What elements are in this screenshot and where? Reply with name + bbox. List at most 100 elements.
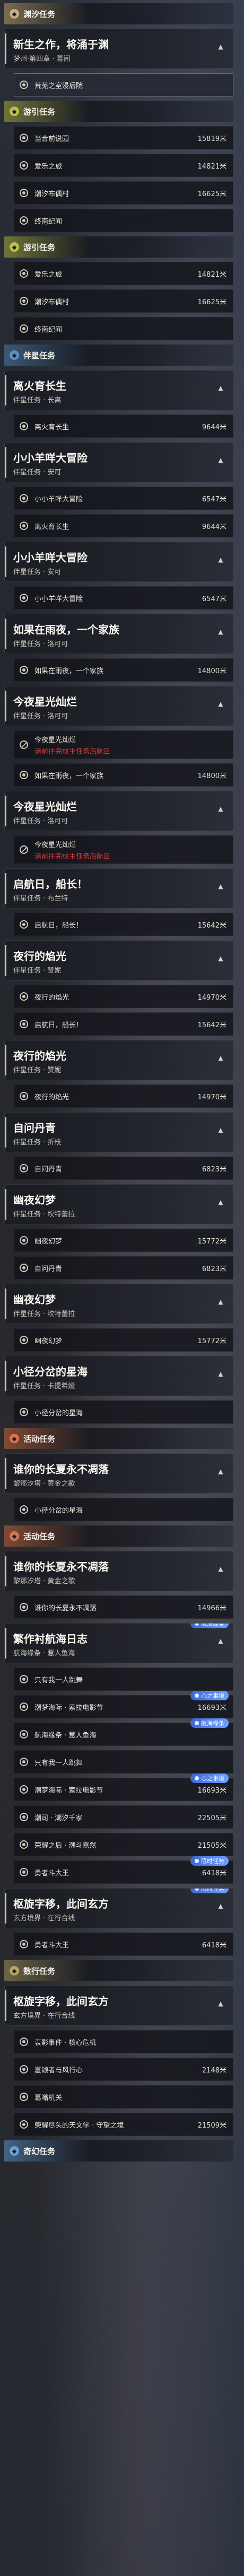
- quest-step[interactable]: 小径分岔的星海: [14, 1498, 233, 1521]
- compass-icon: ◆: [10, 107, 19, 116]
- quest-title: 小小羊咩大冒险: [13, 551, 88, 564]
- chevron-up-icon[interactable]: ▲: [217, 1198, 224, 1206]
- quest-step[interactable]: 小小羊咩大冒险 6547米: [14, 586, 233, 610]
- quest-step[interactable]: 离火育长生 9644米: [14, 414, 233, 438]
- quest-step[interactable]: 只有我一人跳舞: [14, 1750, 233, 1774]
- quest-step[interactable]: 小径分岔的星海: [14, 1400, 233, 1424]
- blocked-step[interactable]: 今夜星光灿烂 请前往完成主任务后航日: [14, 730, 233, 759]
- quest-step[interactable]: 谁你的长夏永不凋落 14966米: [14, 1595, 233, 1619]
- chevron-up-icon[interactable]: ▲: [217, 384, 224, 392]
- quest-card[interactable]: 幽夜幻梦 伴星任务 · 坎特蕾拉 ▲: [4, 1284, 233, 1324]
- quest-card[interactable]: 自问丹青 伴星任务 · 折枝 ▲: [4, 1112, 233, 1152]
- section-title: 游引任务: [23, 242, 56, 252]
- chevron-up-icon[interactable]: ▲: [217, 1902, 224, 1910]
- quest-step[interactable]: 航海缘条 · 惹人鱼海 航海缘条: [14, 1718, 233, 1746]
- chevron-up-icon[interactable]: ▲: [217, 628, 224, 636]
- quest-card[interactable]: 小小羊咩大冒险 伴星任务 · 安可 ▲: [4, 542, 233, 582]
- quest-step[interactable]: 衷影事件 · 核心危机: [14, 2030, 233, 2053]
- quest-card[interactable]: 枢旋字移，此间玄方 玄方境界 · 在行合线 ▲: [4, 1986, 233, 2026]
- section-header: ◆ 游引任务: [4, 236, 233, 258]
- quest-step[interactable]: 幽夜幻梦 15772米: [14, 1328, 233, 1352]
- quest-card[interactable]: 谁你的长夏永不凋落 黎那汐塔 · 黄金之歌 ▲: [4, 1551, 233, 1591]
- chevron-up-icon[interactable]: ▲: [217, 955, 224, 962]
- quest-title: 谁你的长夏永不凋落: [13, 1560, 109, 1573]
- step-name: 潮司 · 潮汐千家: [34, 1814, 83, 1822]
- quest-step[interactable]: 当合前说园 15819米: [14, 126, 233, 149]
- quest-card[interactable]: 离火育长生 伴星任务 · 长离 ▲: [4, 370, 233, 410]
- quest-step[interactable]: 荒芜之室浸后院: [14, 73, 233, 96]
- quest-card[interactable]: 今夜星光灿烂 伴星任务 · 洛可可 ▲: [4, 686, 233, 726]
- quest-step[interactable]: 勇者斗大王 6418米: [14, 1933, 233, 1956]
- quest-step[interactable]: 潮梦海际 · 索拉电影节 16693米 心之事境: [14, 1691, 233, 1718]
- quest-card[interactable]: 小径分岔的星海 伴星任务 · 卡提希娅 ▲: [4, 1356, 233, 1396]
- quest-step[interactable]: 潮汐布偶村 16625米: [14, 289, 233, 313]
- quest-card[interactable]: 启航日，船长！ 伴星任务 · 布兰特 ▲: [4, 868, 233, 908]
- quest-card[interactable]: 幽夜幻梦 伴星任务 · 坎特蕾拉 ▲: [4, 1184, 233, 1224]
- chevron-up-icon[interactable]: ▲: [217, 2000, 224, 2007]
- quest-card[interactable]: 夜行的焰光 伴星任务 · 赞妮 ▲: [4, 1040, 233, 1080]
- quest-card[interactable]: 今夜星光灿烂 伴星任务 · 洛可可 ▲: [4, 791, 233, 831]
- quest-step[interactable]: 幽夜幻梦 15772米: [14, 1229, 233, 1252]
- quest-step[interactable]: 爱乐之旅 14821米: [14, 262, 233, 285]
- quest-card[interactable]: 如果在雨夜，一个家族 伴星任务 · 洛可可 ▲: [4, 614, 233, 654]
- step-name: 爱乐之旅: [34, 162, 63, 171]
- quest-step[interactable]: 终南纪闻: [14, 317, 233, 340]
- section-header: ◆ 奇幻任务: [4, 2140, 233, 2162]
- quest-step[interactable]: 葛嗡机关: [14, 2085, 233, 2109]
- tag-icon: [195, 1776, 199, 1780]
- chevron-up-icon[interactable]: ▲: [217, 1468, 224, 1475]
- chevron-up-icon[interactable]: ▲: [217, 883, 224, 890]
- quest-card[interactable]: 小小羊咩大冒险 伴星任务 · 安可 ▲: [4, 442, 233, 482]
- quest-title: 夜行的焰光: [13, 950, 66, 963]
- quest-card[interactable]: 繁作衬航海日志 航海缘条 · 惹人鱼海 ▲ 航海缘条: [4, 1623, 233, 1663]
- quest-step[interactable]: 夜行的焰光 14970米: [14, 1084, 233, 1108]
- chevron-up-icon[interactable]: ▲: [217, 1298, 224, 1305]
- quest-step[interactable]: 潮梦海际 · 索拉电影节 16693米 心之事境: [14, 1774, 233, 1801]
- quest-step[interactable]: 终南纪闻: [14, 209, 233, 232]
- quest-step[interactable]: 自问丹青 6823米: [14, 1256, 233, 1280]
- quest-card[interactable]: 夜行的焰光 伴星任务 · 赞妮 ▲: [4, 940, 233, 981]
- step-name: 潮汐布偶村: [34, 298, 69, 306]
- quest-tag: 限时任务: [190, 1889, 229, 1893]
- chevron-up-icon[interactable]: ▲: [217, 700, 224, 708]
- tag-icon: [195, 1889, 199, 1891]
- quest-step[interactable]: 潮司 · 潮汐千家 22505米: [14, 1805, 233, 1829]
- step-name: 潮梦海际 · 索拉电影节: [34, 1786, 103, 1795]
- chevron-up-icon[interactable]: ▲: [217, 1370, 224, 1378]
- quest-subtitle: 玄方境界 · 在行合线: [13, 2012, 75, 2020]
- chevron-up-icon[interactable]: ▲: [217, 456, 224, 464]
- quest-step[interactable]: 如果在雨夜，一个家族 14800米: [14, 763, 233, 787]
- chevron-up-icon[interactable]: ▲: [217, 1126, 224, 1134]
- quest-subtitle: 伴星任务 · 赞妮: [13, 1066, 62, 1074]
- quest-step[interactable]: 潮汐布偶村 16625米: [14, 181, 233, 205]
- chevron-up-icon[interactable]: ▲: [217, 805, 224, 813]
- chevron-up-icon[interactable]: ▲: [217, 1637, 224, 1645]
- blocked-step[interactable]: 今夜星光灿烂 请前往完成主任务后航日: [14, 835, 233, 864]
- target-icon: [20, 297, 28, 305]
- quest-step[interactable]: 夜行的焰光 14970米: [14, 985, 233, 1008]
- step-distance: 6418米: [202, 1941, 226, 1949]
- step-distance: 14966米: [197, 1604, 226, 1612]
- chevron-up-icon[interactable]: ▲: [217, 43, 224, 50]
- step-distance: 15772米: [197, 1237, 226, 1246]
- quest-step[interactable]: 小小羊咩大冒险 6547米: [14, 487, 233, 510]
- quest-step[interactable]: 只有我一人跳舞: [14, 1668, 233, 1691]
- quest-step[interactable]: 夏颂者与风行心 2148米: [14, 2058, 233, 2081]
- quest-step[interactable]: 榮耀尽头的天文学 · 守望之境 21509米: [14, 2113, 233, 2136]
- quest-card[interactable]: 谁你的长夏永不凋落 黎那汐塔 · 黄金之歌 ▲: [4, 1453, 233, 1494]
- section-header: ◆ 游引任务: [4, 101, 233, 122]
- target-icon: [20, 1730, 28, 1739]
- quest-card[interactable]: 新生之作，将涌于渊 梦州·第四章 · 幕间 ▲: [4, 29, 233, 69]
- quest-step[interactable]: 爱乐之旅 14821米: [14, 154, 233, 177]
- quest-card[interactable]: 枢旋字移，此间玄方 玄方境界 · 在行合线 ▲ 限时任务: [4, 1888, 233, 1928]
- quest-step[interactable]: 如果在雨夜，一个家族 14800米: [14, 658, 233, 682]
- quest-step[interactable]: 启航日，船长！ 15642米: [14, 913, 233, 936]
- quest-step[interactable]: 自问丹青 6823米: [14, 1157, 233, 1180]
- quest-step[interactable]: 荣耀之后 · 潮斗嘉然 21505米: [14, 1833, 233, 1856]
- chevron-up-icon[interactable]: ▲: [217, 1565, 224, 1573]
- quest-step[interactable]: 启航日，船长！ 15642米: [14, 1012, 233, 1036]
- chevron-up-icon[interactable]: ▲: [217, 556, 224, 563]
- quest-step[interactable]: 勇者斗大王 6418米 限时任务: [14, 1856, 233, 1884]
- chevron-up-icon[interactable]: ▲: [217, 1054, 224, 1062]
- quest-step[interactable]: 离火育长生 9644米: [14, 514, 233, 537]
